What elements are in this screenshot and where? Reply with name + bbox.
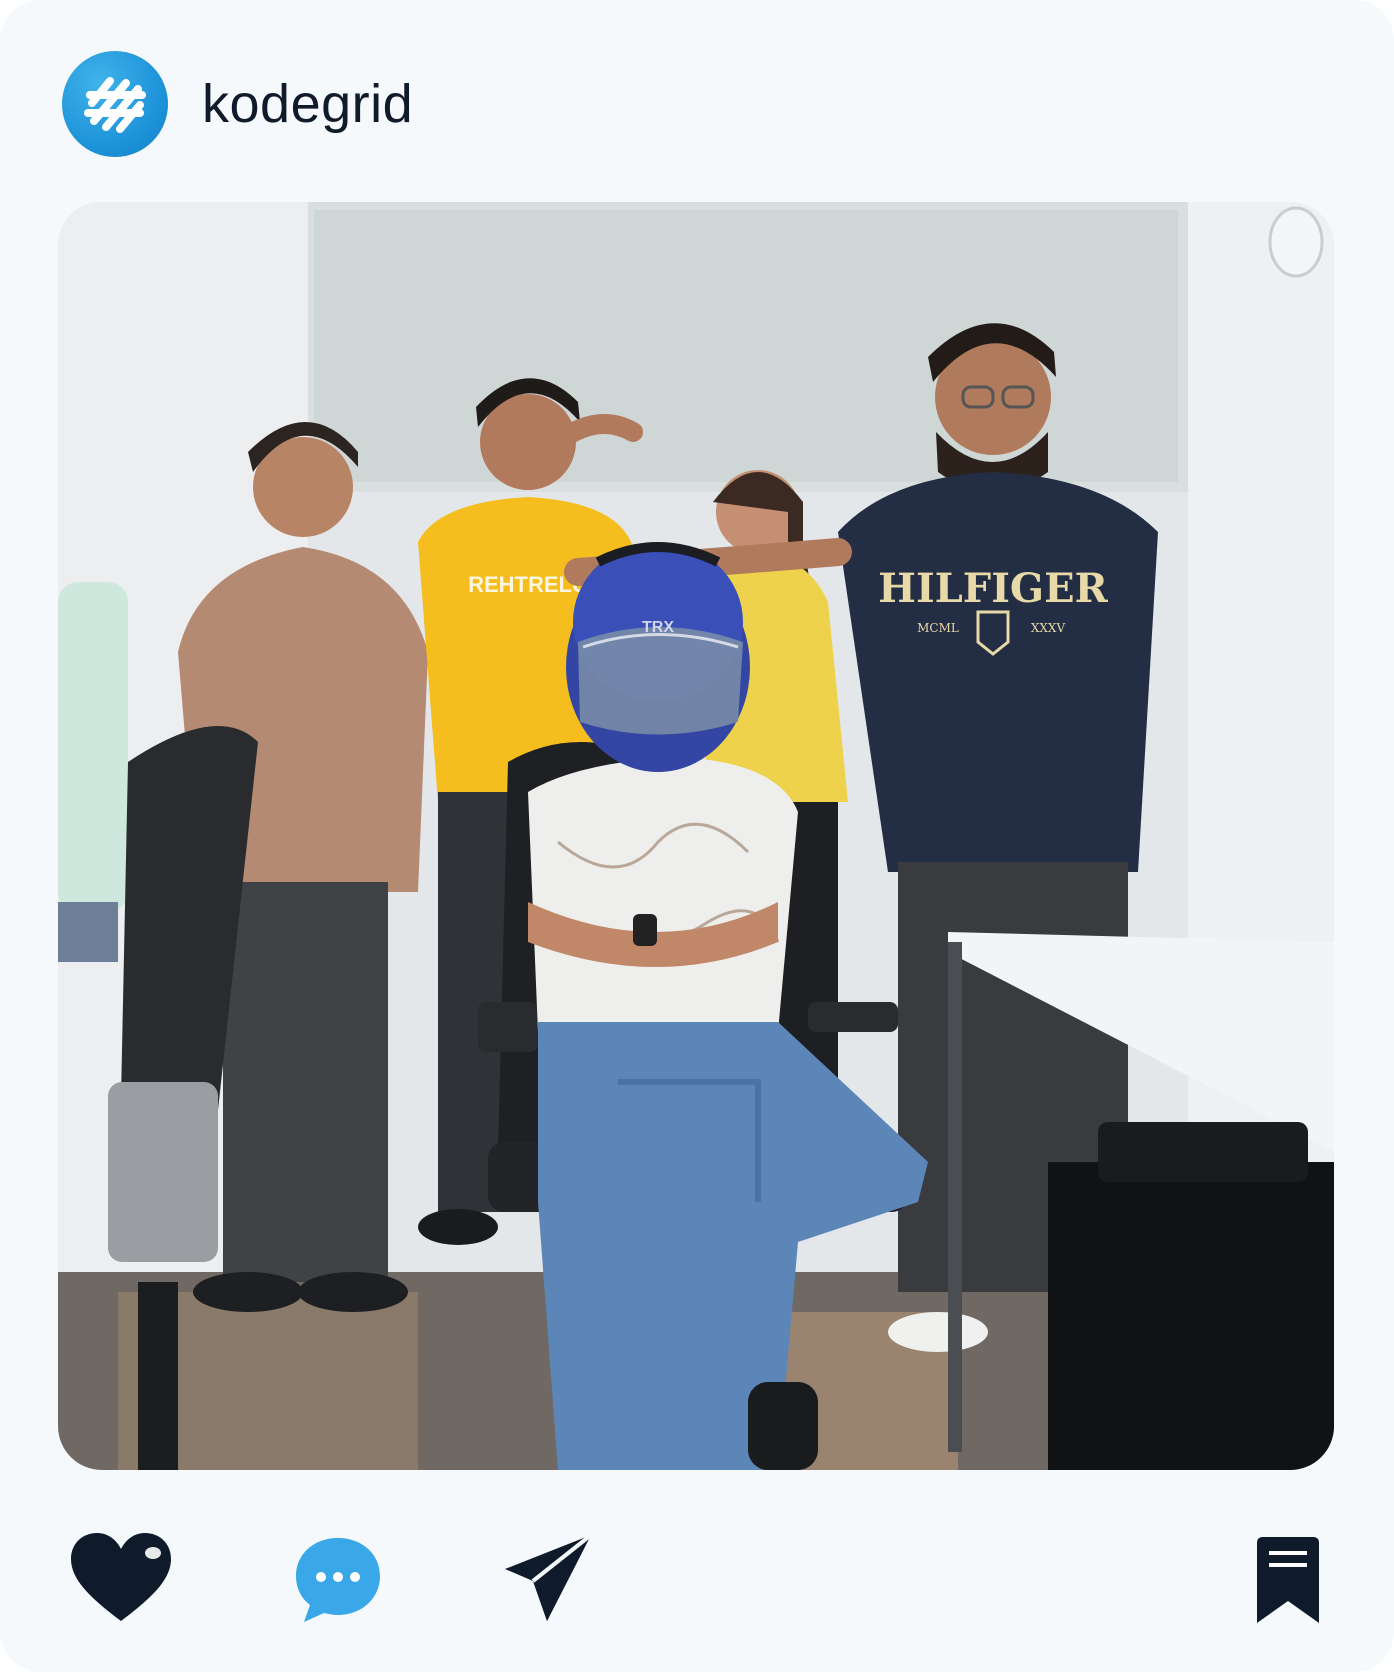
- navy-shirt-left-text: MCML: [917, 621, 959, 635]
- team-photo-image: REHTRELU HILFIGER MCML XXXV TRX: [58, 202, 1334, 1470]
- navy-shirt-print: HILFIGER: [878, 565, 1108, 612]
- post-header: kodegrid: [62, 50, 413, 158]
- send-icon: [505, 1533, 593, 1621]
- helmet-brand-text: TRX: [642, 619, 674, 636]
- kodegrid-logo-icon[interactable]: [62, 51, 168, 157]
- post-photo[interactable]: REHTRELU HILFIGER MCML XXXV TRX: [58, 202, 1334, 1470]
- like-button[interactable]: [66, 1528, 176, 1628]
- post-actions-bar: [0, 1520, 1394, 1640]
- heart-icon: [71, 1533, 171, 1621]
- bookmark-icon: [1257, 1537, 1319, 1623]
- comment-button[interactable]: [288, 1530, 388, 1630]
- share-button[interactable]: [498, 1528, 598, 1628]
- comment-bubble-icon: [296, 1538, 380, 1622]
- save-button[interactable]: [1250, 1530, 1326, 1630]
- navy-shirt-right-text: XXXV: [1031, 621, 1066, 635]
- account-name[interactable]: kodegrid: [202, 73, 413, 135]
- post-card: kodegrid REHTRELU HILFIGER MCML XXXV TRX: [0, 0, 1394, 1672]
